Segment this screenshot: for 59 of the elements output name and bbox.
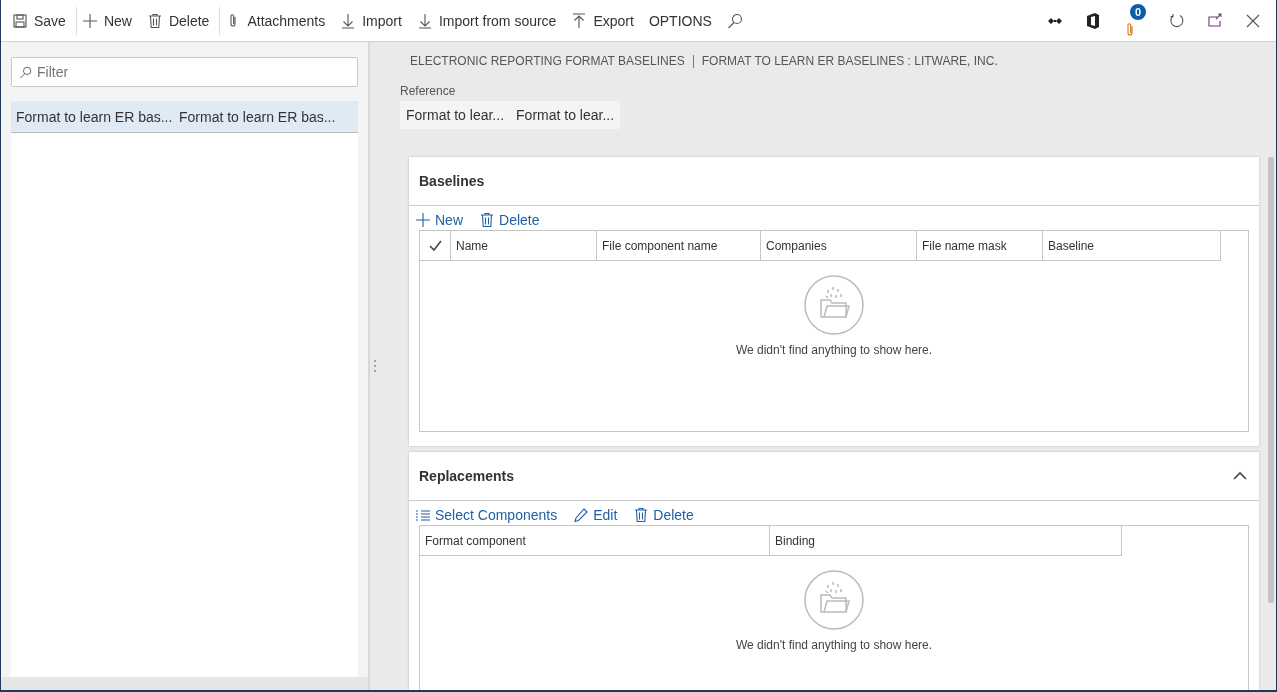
column-header[interactable]: Binding: [770, 526, 1122, 556]
toolbar-button[interactable]: Save: [7, 5, 76, 36]
trash-icon: [146, 12, 163, 29]
list-row[interactable]: Format to learn ER bas... Format to learn ER bas...: [11, 101, 358, 133]
popout-icon: [1207, 12, 1223, 29]
trash-icon: [479, 212, 495, 228]
search-icon: [19, 66, 32, 79]
toolbar-button[interactable]: Export: [566, 5, 644, 36]
toolbar-button[interactable]: Delete: [141, 5, 220, 36]
column-header[interactable]: Baseline: [1043, 231, 1221, 261]
section-title: Baselines: [419, 173, 485, 189]
empty-folder-icon: [804, 275, 864, 335]
empty-message: We didn't find anything to show here.: [735, 638, 933, 652]
download-arrow-icon: [416, 12, 433, 29]
field-label: Reference: [400, 84, 457, 98]
column-header[interactable]: Name: [451, 231, 597, 261]
close-icon: [1245, 12, 1261, 29]
list-cell: Format to learn ER bas...: [179, 107, 337, 126]
search-icon: [726, 12, 743, 29]
download-arrow-icon: [340, 12, 357, 29]
column-header[interactable]: Companies: [761, 231, 917, 261]
toolbar-button[interactable]: OPTIONS: [643, 5, 722, 36]
save-icon: [12, 12, 28, 29]
toolbar-button[interactable]: Attachments: [220, 5, 336, 36]
toolbar-button[interactable]: Import: [335, 5, 412, 36]
splitter-handle-icon[interactable]: [374, 360, 376, 372]
breadcrumb-text: ELECTRONIC REPORTING FORMAT BASELINES: [410, 54, 685, 68]
action-button[interactable]: Select Components: [415, 507, 558, 523]
column-header[interactable]: File name mask: [917, 231, 1043, 261]
empty-message: We didn't find anything to show here.: [735, 343, 933, 357]
empty-folder-icon: [804, 570, 864, 630]
list-cell: Format to learn ER bas...: [16, 107, 174, 126]
action-button[interactable]: Delete: [479, 212, 540, 228]
scrollbar-thumb[interactable]: [1268, 157, 1274, 603]
action-button[interactable]: Edit: [573, 507, 618, 523]
reference-value: Format to lear...: [510, 101, 621, 129]
popout-icon[interactable]: [1206, 11, 1224, 30]
plus-icon: [81, 12, 98, 29]
notification-button[interactable]: 0: [1122, 3, 1148, 38]
action-button[interactable]: Delete: [633, 507, 694, 523]
section-title: Replacements: [419, 468, 514, 484]
notification-badge: 0: [1130, 3, 1146, 20]
column-header[interactable]: File component name: [597, 231, 761, 261]
toolbar-button[interactable]: Import from source: [411, 5, 567, 36]
refresh-icon[interactable]: [1168, 11, 1186, 30]
filter-field[interactable]: Filter: [11, 57, 358, 87]
office-logo-icon[interactable]: [1084, 11, 1102, 30]
reference-value: Format to lear...: [400, 101, 511, 129]
upload-arrow-icon: [571, 12, 588, 29]
column-header[interactable]: Format component: [420, 526, 770, 556]
refresh-icon: [1169, 12, 1185, 29]
list-icon: [415, 507, 431, 523]
plus-icon: [415, 212, 431, 228]
pencil-icon: [573, 507, 590, 523]
trash-icon: [633, 507, 650, 523]
select-all-check-icon[interactable]: [428, 240, 442, 251]
breadcrumb-text: FORMAT TO LEARN ER BASELINES : LITWARE, INC.: [701, 54, 998, 68]
action-button[interactable]: New: [415, 212, 463, 228]
toolbar-button[interactable]: New: [76, 5, 142, 36]
